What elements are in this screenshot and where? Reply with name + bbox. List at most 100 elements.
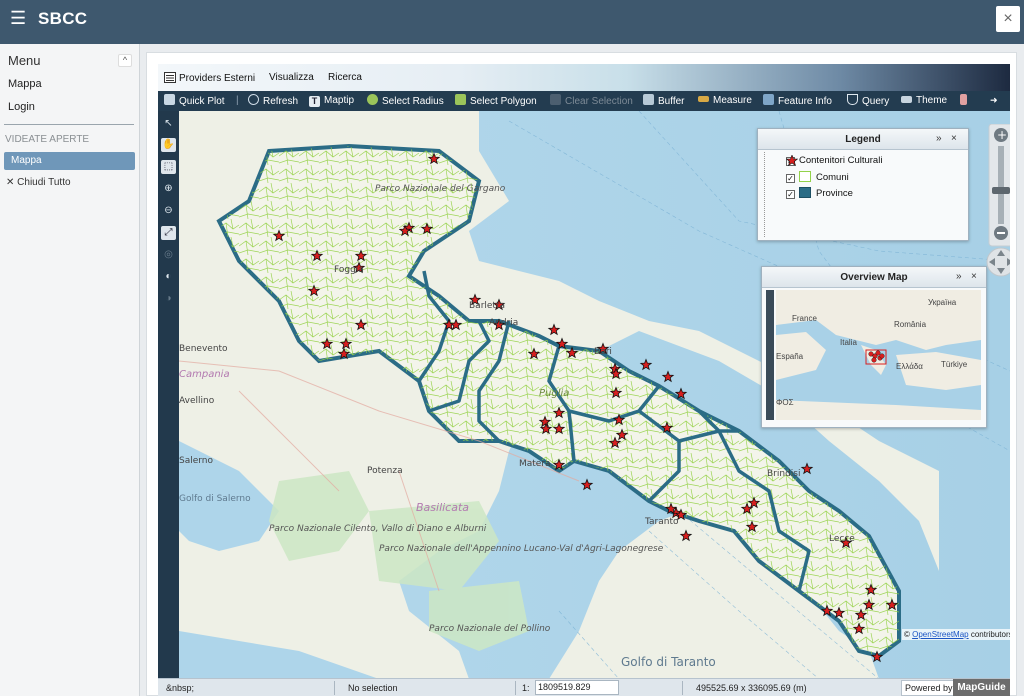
map-attribution: © OpenStreetMap contributors xyxy=(902,629,1010,640)
label-appennino: Parco Nazionale dell'Appennino Lucano-Va… xyxy=(379,544,664,554)
zoom-in-icon[interactable]: ⊕ xyxy=(161,182,176,196)
maptip-icon: T xyxy=(309,96,320,107)
sidebar-item-login[interactable]: Login xyxy=(8,101,35,113)
star-icon xyxy=(786,155,798,166)
scale-input[interactable]: 1809519.829 xyxy=(535,680,619,695)
overview-svg xyxy=(776,290,981,420)
legend-close-icon[interactable]: × xyxy=(951,133,957,144)
full-extent-icon[interactable]: ⤢ xyxy=(161,226,176,240)
toolbar-overflow-icon[interactable]: ➜ xyxy=(990,95,998,106)
label-potenza: Potenza xyxy=(367,466,403,476)
printer-icon xyxy=(164,94,175,105)
zoom-svg: + xyxy=(986,124,1010,277)
label-golfo-taranto: Golfo di Taranto xyxy=(621,655,716,669)
theme-button[interactable]: Theme xyxy=(901,94,947,108)
close-all-label: Chiudi Tutto xyxy=(17,177,71,188)
legend-layer-comuni[interactable]: ✓ Comuni xyxy=(786,171,849,183)
measure-button[interactable]: Measure xyxy=(698,94,752,108)
buffer-button[interactable]: Buffer xyxy=(643,94,685,108)
close-icon: ✕ xyxy=(6,177,15,188)
label-andria: Andria xyxy=(489,318,518,328)
next-view-icon[interactable]: ◑ xyxy=(161,292,176,306)
menu-ricerca[interactable]: Ricerca xyxy=(328,72,362,83)
label-campania: Campania xyxy=(179,369,230,380)
overview-label-turkiye: Türkiye xyxy=(941,360,968,369)
label-barletta: Barletta xyxy=(469,301,505,311)
status-separator xyxy=(682,681,683,695)
scale-prefix: 1: xyxy=(522,683,530,693)
collapse-icon[interactable]: ^ xyxy=(118,54,132,67)
feature-info-button[interactable]: Feature Info xyxy=(763,94,832,108)
overview-close-icon[interactable]: × xyxy=(971,271,977,282)
label-golfo-salerno: Golfo di Salerno xyxy=(179,494,251,504)
select-radius-icon xyxy=(367,94,378,105)
zoom-rect-icon[interactable]: ⬚ xyxy=(161,160,176,174)
zoom-selection-icon[interactable]: ◎ xyxy=(161,248,176,262)
funnel-icon xyxy=(847,94,858,105)
minus-icon xyxy=(997,232,1005,234)
legend-collapse-icon[interactable]: » xyxy=(936,133,942,144)
status-bar: &nbsp; No selection 1: 1809519.829 49552… xyxy=(158,678,1010,696)
theme-label: Theme xyxy=(916,95,948,106)
select-polygon-button[interactable]: Select Polygon xyxy=(455,94,537,108)
extra-tool-button[interactable] xyxy=(960,94,971,108)
menu-providers[interactable]: Providers Esterni xyxy=(164,72,255,84)
sidebar-item-mappa[interactable]: Mappa xyxy=(8,78,42,90)
checkbox-icon[interactable]: ✓ xyxy=(786,190,795,199)
attribution-prefix: © xyxy=(904,630,913,639)
osm-link[interactable]: OpenStreetMap xyxy=(912,630,968,639)
zoom-out-icon[interactable]: ⊖ xyxy=(161,204,176,218)
label-puglia: Puglia xyxy=(539,388,569,399)
status-left: &nbsp; xyxy=(166,683,195,693)
mapguide-logo: MapGuide xyxy=(953,679,1010,696)
pointer-icon[interactable]: ↖ xyxy=(161,117,176,131)
menu-visualizza[interactable]: Visualizza xyxy=(269,72,314,83)
theme-icon xyxy=(901,96,912,103)
overview-splitter[interactable] xyxy=(766,290,774,420)
overview-label-ukraine: Україна xyxy=(928,298,957,307)
legend-layer-contenitori[interactable]: ✓Contenitori Culturali xyxy=(786,155,882,166)
viewer-menubar: Providers Esterni Visualizza Ricerca xyxy=(158,64,1010,91)
powered-by: Powered by xyxy=(901,680,957,696)
maptip-label: Maptip xyxy=(324,95,355,106)
overview-title[interactable]: Overview Map xyxy=(762,267,986,288)
overview-label-greece: Ελλάδα xyxy=(896,362,923,371)
maptip-button[interactable]: T Maptip xyxy=(309,94,354,108)
quick-plot-label: Quick Plot xyxy=(179,96,225,107)
overview-collapse-icon[interactable]: » xyxy=(956,271,962,282)
previous-view-icon[interactable]: ◐ xyxy=(161,270,176,284)
open-view-mappa[interactable]: Mappa xyxy=(4,152,135,170)
quick-plot-button[interactable]: Quick Plot xyxy=(164,94,225,108)
close-all-link[interactable]: ✕ Chiudi Tutto xyxy=(6,177,71,188)
map-canvas[interactable]: Parco Nazionale del Gargano Foggia Barle… xyxy=(179,111,1010,679)
section-label: VIDEATE APERTE xyxy=(5,134,90,145)
overview-map[interactable]: France Україна România Italia España Tür… xyxy=(776,290,981,420)
zoom-slider-handle[interactable] xyxy=(992,187,1010,194)
overview-label-africa: ΦΟΣ xyxy=(776,398,794,407)
extra-tool-icon xyxy=(960,94,967,105)
select-radius-button[interactable]: Select Radius xyxy=(367,94,444,108)
label-avellino: Avellino xyxy=(179,396,215,406)
checkbox-icon[interactable]: ✓ xyxy=(786,174,795,183)
feature-info-icon xyxy=(763,94,774,105)
close-button[interactable]: × xyxy=(996,6,1020,32)
legend-layer-province[interactable]: ✓ Province xyxy=(786,187,853,199)
attribution-suffix: contributors xyxy=(968,630,1010,639)
refresh-button[interactable]: Refresh xyxy=(248,94,298,108)
selection-status: No selection xyxy=(348,683,398,693)
toolbar-separator: | xyxy=(236,95,239,106)
list-icon xyxy=(164,72,176,83)
label-bari: Bari xyxy=(594,347,612,357)
legend-layer-label: Contenitori Culturali xyxy=(799,155,883,166)
buffer-label: Buffer xyxy=(658,96,685,107)
app-header: ☰ SBCC × xyxy=(0,0,1024,44)
overview-label-espana: España xyxy=(776,352,804,361)
select-polygon-label: Select Polygon xyxy=(470,96,537,107)
overview-label-france: France xyxy=(792,314,817,323)
label-lecce: Lecce xyxy=(829,534,855,544)
clear-selection-button[interactable]: Clear Selection xyxy=(550,94,633,108)
hamburger-icon[interactable]: ☰ xyxy=(10,9,26,27)
query-button[interactable]: Query xyxy=(847,94,889,108)
pan-icon[interactable]: ✋ xyxy=(161,138,176,152)
sidebar: Menu ^ Mappa Login VIDEATE APERTE Mappa … xyxy=(0,44,140,696)
